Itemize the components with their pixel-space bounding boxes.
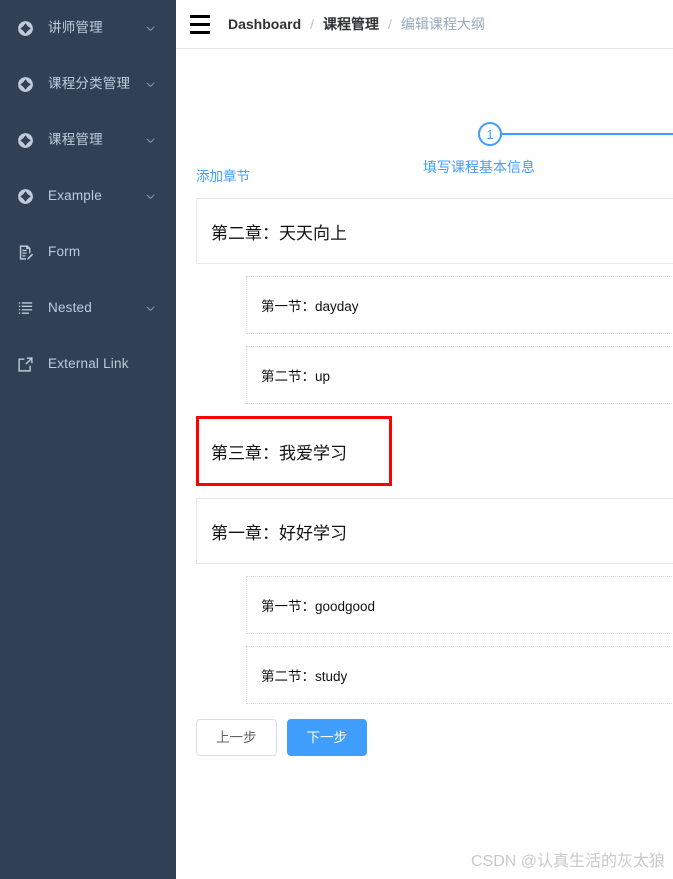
step-head: 1 — [478, 122, 673, 146]
sidebar-item-label: Form — [48, 244, 81, 260]
external-link-icon — [16, 355, 34, 373]
sidebar: 讲师管理课程分类管理 课程管理 Example Form Nested External … — [0, 0, 176, 879]
chapter-row[interactable]: 第一章：好好学习 — [196, 498, 673, 564]
breadcrumb-item-1[interactable]: Dashboard — [228, 17, 301, 31]
component-icon — [16, 19, 34, 37]
steps: 1 填写课程基本信息 — [176, 122, 673, 177]
component-icon — [16, 187, 34, 205]
wizard-button-row: 上一步 下一步 — [176, 716, 673, 756]
breadcrumb-separator: / — [310, 16, 315, 32]
chevron-down-icon[interactable] — [144, 134, 156, 146]
section-title: 第一节：dayday — [261, 299, 359, 314]
step-connector-line — [502, 133, 673, 135]
main-content: Dashboard / 课程管理 / 编辑课程大纲 1 填写课程基本信息 添加章节 第二… — [176, 0, 673, 879]
chapter-title: 第二章：天天向上 — [211, 223, 347, 243]
sidebar-item-label: 讲师管理 — [48, 20, 103, 36]
section-row[interactable]: 第二节：study — [246, 646, 673, 704]
next-step-button[interactable]: 下一步 — [286, 719, 367, 756]
component-icon — [16, 131, 34, 149]
hamburger-bar — [190, 22, 210, 26]
steps-bar: 1 填写课程基本信息 — [176, 49, 673, 175]
nested-list-icon — [16, 299, 34, 317]
breadcrumb-item-3: 编辑课程大纲 — [400, 16, 485, 32]
breadcrumb-item-2[interactable]: 课程管理 — [323, 17, 379, 31]
sidebar-item-4[interactable]: Example — [0, 168, 176, 224]
section-row[interactable]: 第一节：goodgood — [246, 576, 673, 634]
hamburger-bar — [190, 30, 210, 34]
section-row[interactable]: 第二节：up — [246, 346, 673, 404]
sidebar-item-1[interactable]: 讲师管理 — [0, 0, 176, 56]
navbar: Dashboard / 课程管理 / 编辑课程大纲 — [176, 0, 673, 49]
sidebar-item-label: Nested — [48, 300, 92, 316]
chapter-row[interactable]: 第二章：天天向上 — [196, 198, 673, 264]
section-list: 第一节：goodgood 第二节：study — [196, 576, 673, 704]
section-list: 第一节：dayday 第二节：up — [196, 276, 673, 404]
section-title: 第二节：up — [261, 369, 331, 384]
breadcrumb-separator: / — [388, 16, 392, 32]
form-icon — [16, 243, 34, 261]
sidebar-item-3[interactable]: 课程管理 — [0, 112, 176, 168]
course-outline: 添加章节 第二章：天天向上 第一节：dayday 第二节：up 第三章：我爱学习 第一章… — [176, 165, 673, 704]
step-title: 填写课程基本信息 — [423, 159, 535, 175]
prev-step-button[interactable]: 上一步 — [196, 719, 277, 756]
chapter-title: 第三章：我爱学习 — [211, 443, 347, 463]
hamburger-icon[interactable] — [186, 10, 214, 38]
chevron-down-icon[interactable] — [144, 190, 156, 202]
sidebar-item-6[interactable]: Nested — [0, 280, 176, 336]
section-title: 第二节：study — [261, 669, 348, 684]
step-number-circle: 1 — [478, 122, 502, 146]
component-icon — [16, 75, 34, 93]
sidebar-item-label: 课程管理 — [48, 132, 103, 148]
hamburger-bar — [190, 14, 210, 18]
sidebar-item-7[interactable]: External Link — [0, 336, 176, 392]
sidebar-item-2[interactable]: 课程分类管理 — [0, 56, 176, 112]
chapter-row[interactable]: 第三章：我爱学习 — [196, 416, 392, 486]
watermark: CSDN @认真生活的灰太狼 — [470, 853, 665, 870]
sidebar-item-5[interactable]: Form — [0, 224, 176, 280]
chevron-down-icon[interactable] — [144, 302, 156, 314]
chevron-down-icon[interactable] — [144, 78, 156, 90]
sidebar-item-label: External Link — [48, 356, 129, 372]
sidebar-item-label: Example — [48, 188, 102, 204]
step-item-1: 1 填写课程基本信息 — [423, 122, 673, 177]
chevron-down-icon[interactable] — [144, 22, 156, 34]
chapter-list: 第二章：天天向上第一节：dayday 第二节：up 第三章：我爱学习 第一章：好好学习… — [196, 198, 673, 704]
chapter-title: 第一章：好好学习 — [211, 523, 347, 543]
breadcrumb: Dashboard / 课程管理 / 编辑课程大纲 — [228, 17, 485, 31]
app-root: 讲师管理 课程分类管理 课程管理 Example Form Nested External … — [0, 0, 673, 879]
section-row[interactable]: 第一节：dayday — [246, 276, 673, 334]
section-title: 第一节：goodgood — [261, 599, 376, 614]
sidebar-item-label: 课程分类管理 — [48, 76, 131, 92]
